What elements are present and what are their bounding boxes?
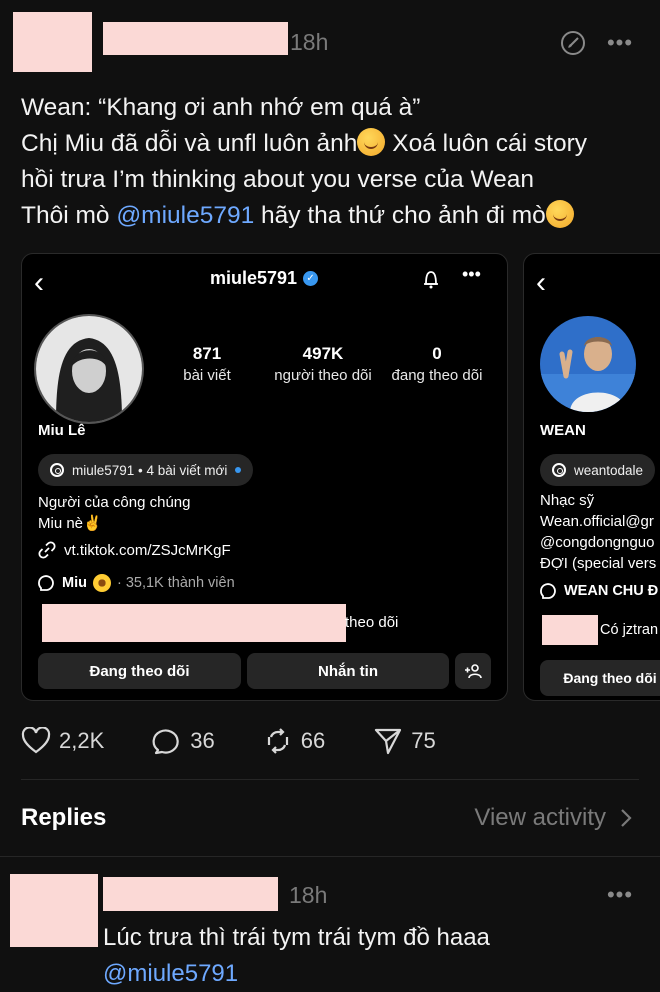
broadcast-channel[interactable]: Miu · 35,1K thành viên [38, 574, 235, 592]
more-icon[interactable]: ••• [603, 28, 637, 58]
post-line-2: Chị Miu đã dỗi và unfl luôn ảnh Xoá luôn… [21, 128, 587, 157]
back-icon: ‹ [536, 266, 546, 299]
threads-icon [420, 268, 442, 295]
avatar-redacted[interactable] [13, 12, 92, 72]
threads-pill[interactable]: weantodale [540, 454, 656, 486]
following-button[interactable]: Đang theo dõi [38, 653, 241, 689]
post-line-4: Thôi mò @miule5791 hãy tha thứ cho ảnh đ… [21, 198, 651, 234]
avatar [34, 314, 144, 424]
profile-name: WEAN [540, 422, 586, 439]
stat-following[interactable]: 0 đang theo dõi [382, 344, 492, 384]
share-button[interactable]: 75 [373, 726, 436, 756]
followed-by-redacted [542, 615, 598, 645]
stat-posts[interactable]: 871 bài viết [172, 344, 242, 384]
repost-icon [267, 728, 288, 754]
relieved-face-emoji [357, 128, 386, 156]
followed-by-suffix: theo dõi [345, 614, 399, 631]
comment-count: 36 [190, 728, 215, 753]
threads-logo-icon [552, 463, 566, 477]
stat-followers[interactable]: 497K người theo dõi [264, 344, 382, 384]
username-redacted[interactable] [103, 22, 288, 55]
chevron-right-icon [621, 809, 632, 827]
followed-by: Có jztran [600, 622, 659, 638]
replies-title: Replies [21, 804, 107, 831]
post-line-3: hồi trưa I’m thinking about you verse củ… [21, 166, 535, 193]
back-icon: ‹ [34, 266, 44, 299]
reply-time: 18h [289, 882, 328, 908]
divider [21, 779, 639, 780]
profile-handle: miule5791 ✓ [210, 268, 319, 289]
reply-text: Lúc trưa thì trái tym trái tym đồ haaa @… [103, 920, 490, 992]
comment-button[interactable]: 36 [152, 726, 215, 756]
send-icon [375, 728, 402, 755]
like-count: 2,2K [59, 728, 105, 753]
verified-icon: ✓ [303, 271, 319, 286]
followed-by-redacted [42, 604, 346, 642]
message-button[interactable]: Nhắn tin [247, 653, 449, 689]
avatar [540, 316, 636, 412]
repost-button[interactable]: 66 [263, 726, 325, 756]
comment-icon [152, 729, 179, 755]
bio: Người của công chúng Miu nè✌️ [38, 494, 191, 532]
more-icon[interactable]: ••• [603, 880, 637, 910]
bio-link[interactable]: vt.tiktok.com/ZSJcMrKgF [38, 541, 231, 559]
bio: Nhạc sỹ Wean.official@gr @congdongnguo Đ… [540, 492, 657, 572]
winking-face-emoji [545, 200, 574, 228]
reply-username-redacted[interactable] [103, 877, 278, 911]
following-button[interactable]: Đang theo dõi [540, 660, 660, 696]
profile-screenshot-wean[interactable]: ‹ WEAN weantodale Nhạc sỹ Wean.official@… [523, 253, 660, 701]
mention-link[interactable]: @miule5791 [103, 956, 490, 992]
post-text: Wean: “Khang ơi anh nhớ em quá à” Chị Mi… [21, 90, 651, 234]
more-icon: ••• [462, 264, 481, 284]
broadcast-channel[interactable]: WEAN CHU Đ [540, 582, 658, 600]
threads-pill[interactable]: miule5791 • 4 bài viết mới [38, 454, 254, 486]
channel-icon [38, 575, 54, 591]
repost-count: 66 [300, 728, 326, 753]
threads-logo-icon [50, 463, 64, 477]
post-time: 18h [290, 29, 329, 55]
post-line-1: Wean: “Khang ơi anh nhớ em quá à” [21, 94, 421, 121]
like-button[interactable]: 2,2K [21, 727, 104, 755]
mention-link[interactable]: @miule5791 [116, 202, 254, 229]
edit-icon[interactable] [558, 28, 588, 58]
view-activity-link[interactable]: View activity [474, 804, 632, 832]
share-count: 75 [411, 728, 436, 753]
new-dot-icon [235, 467, 242, 473]
heart-icon [21, 727, 51, 754]
add-user-button[interactable] [455, 653, 491, 689]
profile-name: Miu Lê [38, 422, 86, 439]
profile-screenshot-miu[interactable]: ‹ miule5791 ✓ ••• 871 bài viết 497K người… [21, 253, 508, 701]
flower-emoji [92, 574, 111, 592]
action-bar: 2,2K 36 66 75 [21, 726, 484, 756]
channel-icon [540, 583, 556, 599]
reply-avatar-redacted[interactable] [10, 874, 98, 947]
divider [0, 856, 660, 857]
link-icon [38, 541, 56, 559]
add-user-icon [465, 664, 482, 679]
